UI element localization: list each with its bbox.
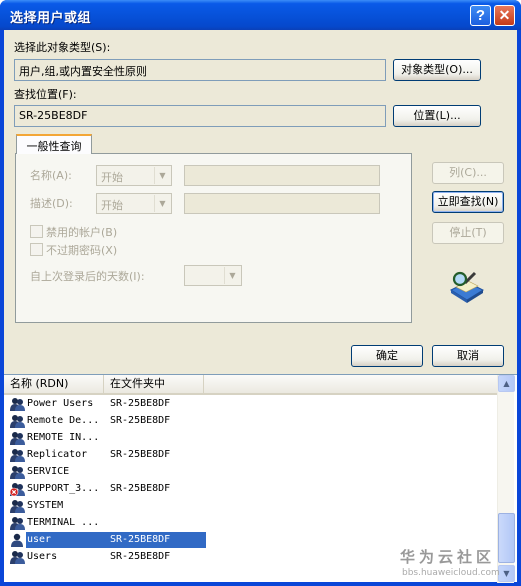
results-header: 名称 (RDN) 在文件夹中 (4, 375, 497, 395)
group-icon (9, 464, 26, 480)
days-since-logon-select[interactable]: ▼ (184, 265, 242, 286)
group-icon (9, 515, 26, 531)
days-since-logon-label: 自上次登录后的天数(I): (30, 270, 145, 283)
chevron-down-icon: ▼ (154, 167, 170, 184)
description-input[interactable] (184, 193, 380, 214)
object-type-field: 用户,组,或内置安全性原则 (14, 59, 386, 81)
table-row[interactable]: Power Users SR-25BE8DF (4, 396, 497, 413)
columns-button[interactable]: 列(C)... (432, 162, 504, 184)
tab-common-queries[interactable]: 一般性查询 (16, 134, 92, 154)
name-match-value: 开始 (101, 171, 123, 184)
row-name: TERMINAL ... (27, 517, 100, 528)
table-row[interactable]: TERMINAL ... (4, 515, 497, 532)
row-name: Users (27, 551, 58, 562)
row-folder: SR-25BE8DF (110, 449, 171, 460)
row-name: REMOTE IN... (27, 432, 100, 443)
description-match-select[interactable]: 开始 ▼ (96, 193, 172, 214)
row-folder: SR-25BE8DF (110, 483, 171, 494)
watermark-url: bbs.huaweicloud.com (402, 568, 500, 578)
scroll-thumb[interactable] (498, 513, 515, 563)
chevron-down-icon: ▼ (224, 267, 240, 284)
group-icon (9, 413, 26, 429)
table-row[interactable]: REMOTE IN... (4, 430, 497, 447)
stop-button[interactable]: 停止(T) (432, 222, 504, 244)
table-row[interactable]: Replicator SR-25BE8DF (4, 447, 497, 464)
locations-button[interactable]: 位置(L)... (393, 105, 481, 127)
name-match-select[interactable]: 开始 ▼ (96, 165, 172, 186)
help-button[interactable]: ? (470, 5, 491, 26)
disabled-user-icon (9, 481, 26, 497)
scroll-up-icon[interactable]: ▲ (498, 375, 515, 392)
common-query-panel: 名称(A): 开始 ▼ 描述(D): 开始 ▼ 禁用的帐户(B) 不过期密码(X… (15, 153, 412, 323)
vertical-scrollbar[interactable]: ▲ ▼ (497, 375, 515, 583)
title-bar[interactable]: 选择用户或组 ? ✕ (0, 0, 521, 30)
location-label: 查找位置(F): (14, 88, 77, 101)
table-row[interactable]: SUPPORT_3... SR-25BE8DF (4, 481, 497, 498)
dialog-window: 选择用户或组 ? ✕ 选择此对象类型(S): 用户,组,或内置安全性原则 对象类… (0, 0, 521, 586)
group-icon (9, 549, 26, 565)
row-folder: SR-25BE8DF (110, 551, 171, 562)
table-row[interactable]: SERVICE (4, 464, 497, 481)
row-name: user (27, 534, 52, 545)
window-title: 选择用户或组 (10, 10, 92, 25)
group-icon (9, 430, 26, 446)
object-type-label: 选择此对象类型(S): (14, 41, 111, 54)
description-label: 描述(D): (30, 197, 73, 210)
watermark-brand: 华为云社区 (400, 548, 496, 566)
scroll-down-icon[interactable]: ▼ (498, 565, 515, 582)
disabled-accounts-label: 禁用的帐户(B) (46, 226, 118, 239)
row-name: Remote De... (27, 415, 100, 426)
name-label: 名称(A): (30, 169, 72, 182)
cancel-button[interactable]: 取消 (432, 345, 504, 367)
close-button[interactable]: ✕ (494, 5, 515, 26)
search-magnifier-icon (449, 271, 485, 303)
row-name: Power Users (27, 398, 94, 409)
find-now-button[interactable]: 立即查找(N) (432, 191, 504, 213)
ok-button[interactable]: 确定 (351, 345, 423, 367)
search-results-list[interactable]: 名称 (RDN) 在文件夹中 Power Users SR-25BE8DF Remo… (4, 374, 517, 583)
description-match-value: 开始 (101, 199, 123, 212)
row-folder: SR-25BE8DF (110, 534, 171, 545)
group-icon (9, 447, 26, 463)
location-field: SR-25BE8DF (14, 105, 386, 127)
object-types-button[interactable]: 对象类型(O)... (393, 59, 481, 81)
row-name: SYSTEM (27, 500, 64, 511)
chevron-down-icon: ▼ (154, 195, 170, 212)
row-folder: SR-25BE8DF (110, 398, 171, 409)
group-icon (9, 498, 26, 514)
row-name: Replicator (27, 449, 88, 460)
table-row[interactable]: Remote De... SR-25BE8DF (4, 413, 497, 430)
column-header-name[interactable]: 名称 (RDN) (4, 375, 104, 393)
row-name: SERVICE (27, 466, 70, 477)
group-icon (9, 396, 26, 412)
non-expiring-password-checkbox[interactable] (30, 243, 43, 256)
non-expiring-password-label: 不过期密码(X) (46, 244, 118, 257)
row-name: SUPPORT_3... (27, 483, 100, 494)
name-input[interactable] (184, 165, 380, 186)
disabled-accounts-checkbox[interactable] (30, 225, 43, 238)
user-icon (9, 532, 26, 548)
column-header-folder[interactable]: 在文件夹中 (104, 375, 204, 393)
row-folder: SR-25BE8DF (110, 415, 171, 426)
table-row[interactable]: SYSTEM (4, 498, 497, 515)
